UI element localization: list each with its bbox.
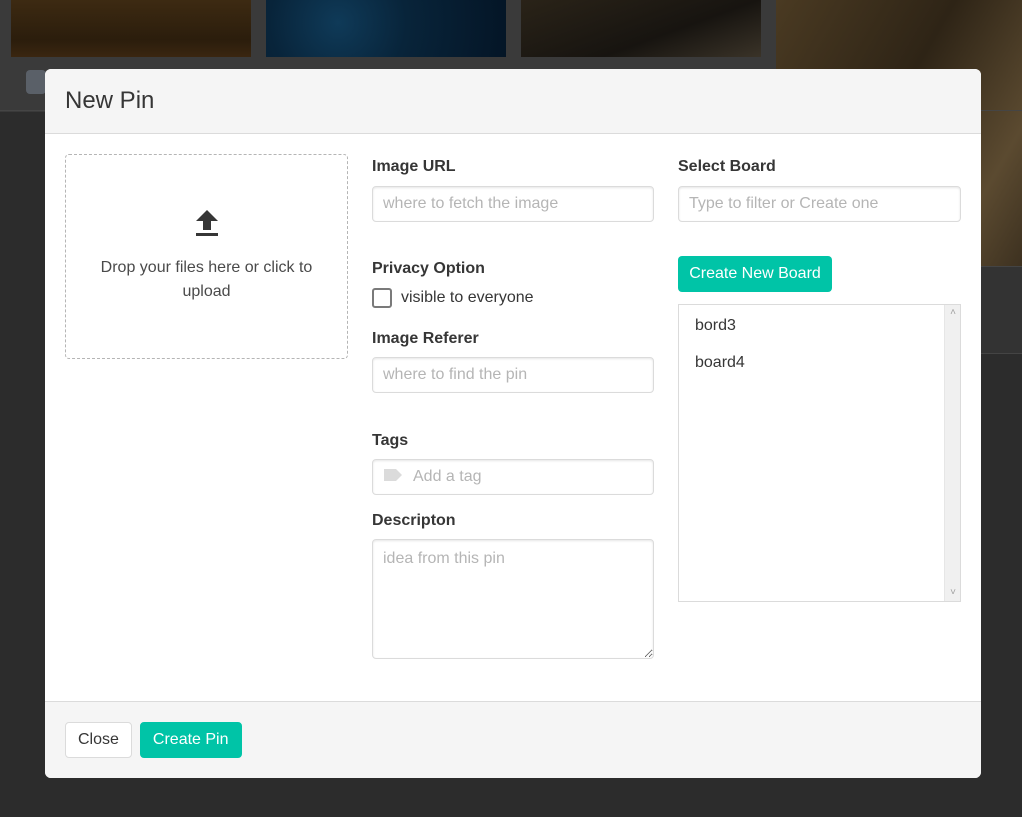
upload-icon (195, 209, 219, 242)
modal-title: New Pin (65, 87, 155, 114)
dropzone-text: Drop your files here or click to upload (100, 259, 313, 300)
close-button[interactable]: Close (65, 722, 132, 758)
background-avatar (26, 70, 46, 94)
privacy-checkbox[interactable] (372, 288, 392, 308)
tags-label: Tags (372, 432, 409, 449)
image-referer-input[interactable] (372, 357, 654, 393)
file-dropzone[interactable]: Drop your files here or click to upload (65, 154, 348, 359)
board-list[interactable]: bord3 board4 ˄ ˅ (678, 304, 961, 602)
image-url-label: Image URL (372, 158, 456, 175)
select-board-label: Select Board (678, 158, 776, 175)
privacy-checkbox-label[interactable]: visible to everyone (401, 289, 534, 307)
tag-icon (383, 468, 403, 487)
background-pin-thumbnail (521, 0, 761, 57)
privacy-checkbox-row[interactable]: visible to everyone (372, 288, 534, 308)
create-pin-button[interactable]: Create Pin (139, 722, 242, 758)
modal-body: Drop your files here or click to upload … (45, 134, 981, 701)
scroll-down-icon[interactable]: ˅ (948, 588, 958, 598)
tags-field[interactable] (372, 459, 654, 495)
board-list-item[interactable]: bord3 (679, 307, 960, 344)
tags-input[interactable] (411, 467, 641, 487)
description-textarea[interactable] (372, 539, 654, 659)
modal-header: New Pin (45, 69, 981, 134)
background-pin-thumbnail (11, 0, 251, 57)
privacy-option-label: Privacy Option (372, 260, 485, 277)
create-new-board-button[interactable]: Create New Board (678, 256, 832, 292)
new-pin-modal: New Pin Drop your files here or click to… (45, 69, 981, 778)
image-url-input[interactable] (372, 186, 654, 222)
background-card-edge (981, 266, 1022, 354)
board-list-scrollbar[interactable]: ˄ ˅ (944, 305, 960, 601)
modal-footer: Close Create Pin (45, 701, 981, 778)
description-label: Descripton (372, 512, 456, 529)
background-pin-thumbnail (266, 0, 506, 57)
board-filter-input[interactable] (678, 186, 961, 222)
board-list-item[interactable]: board4 (679, 344, 960, 381)
scroll-up-icon[interactable]: ˄ (948, 308, 958, 318)
image-referer-label: Image Referer (372, 330, 479, 347)
